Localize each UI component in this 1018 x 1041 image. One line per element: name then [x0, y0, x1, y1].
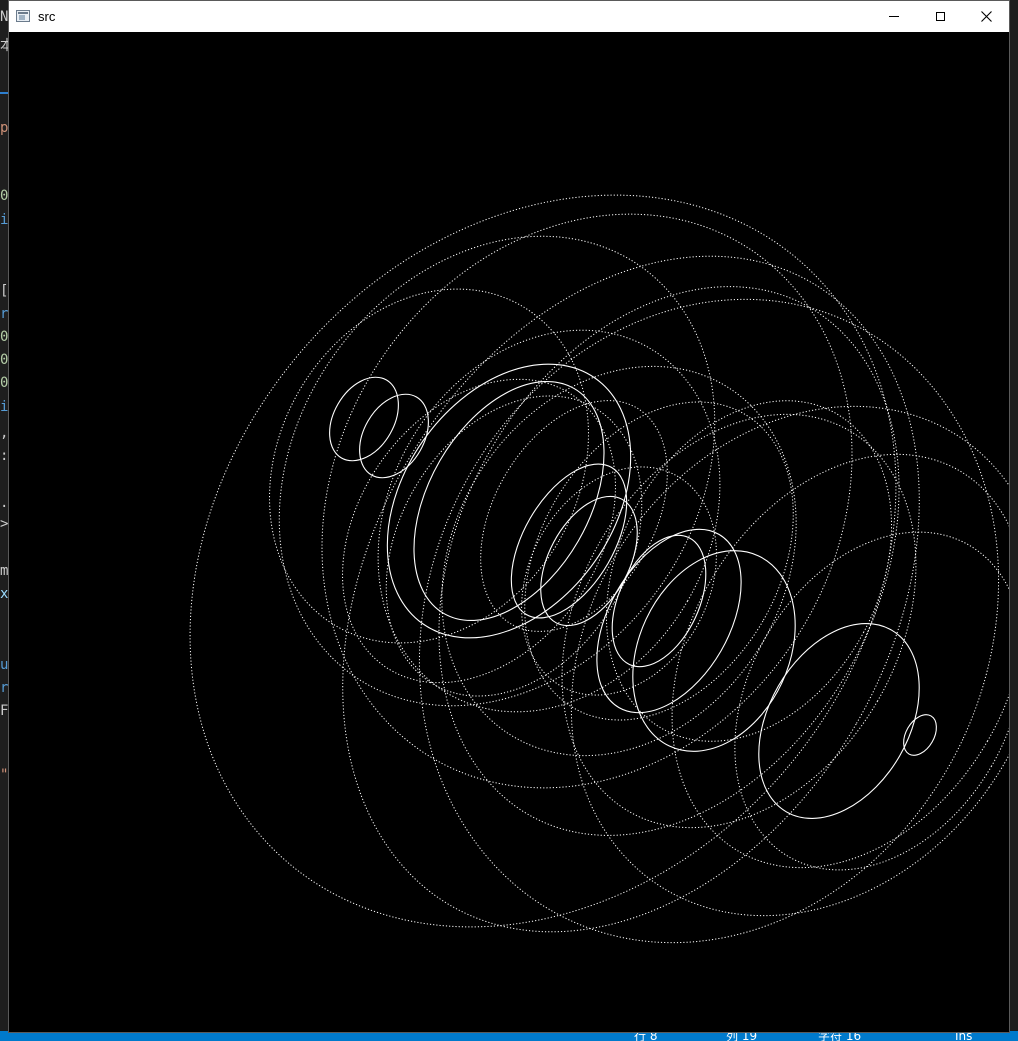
close-button[interactable] — [963, 1, 1009, 32]
minimize-icon — [889, 16, 899, 17]
ellipse-0 — [189, 194, 897, 928]
minimize-button[interactable] — [871, 1, 917, 32]
ellipse-10 — [385, 395, 643, 697]
ellipse-24 — [758, 623, 920, 819]
ellipse-9 — [441, 365, 797, 757]
close-icon — [980, 11, 992, 22]
ellipse-26 — [359, 393, 429, 479]
ellipse-14 — [524, 401, 794, 721]
app-window-icon[interactable] — [16, 10, 30, 22]
ellipse-11 — [386, 363, 632, 639]
ellipse-19 — [510, 463, 628, 619]
maximize-icon — [935, 12, 945, 21]
ellipse-5 — [438, 286, 900, 836]
app-window: src — [8, 0, 1010, 1033]
ellipse-17 — [734, 531, 1009, 871]
ellipse-18 — [671, 453, 1009, 869]
maximize-button[interactable] — [917, 1, 963, 32]
ellipse-16 — [561, 413, 917, 829]
ellipse-3 — [418, 298, 1000, 944]
ellipse-29 — [342, 378, 616, 684]
ellipse-27 — [903, 714, 937, 756]
ellipse-21 — [611, 534, 707, 668]
ellipse-drawing — [189, 194, 1009, 944]
drawing-canvas[interactable] — [9, 32, 1009, 1032]
ellipse-4 — [278, 235, 716, 707]
window-title: src — [38, 9, 56, 24]
ellipse-2 — [321, 213, 853, 789]
ellipse-6 — [570, 405, 1009, 917]
title-bar[interactable]: src — [9, 1, 1009, 32]
ellipse-23 — [596, 528, 742, 714]
ellipse-8 — [377, 329, 721, 713]
ellipse-28 — [521, 466, 717, 696]
ellipse-25 — [329, 376, 399, 462]
